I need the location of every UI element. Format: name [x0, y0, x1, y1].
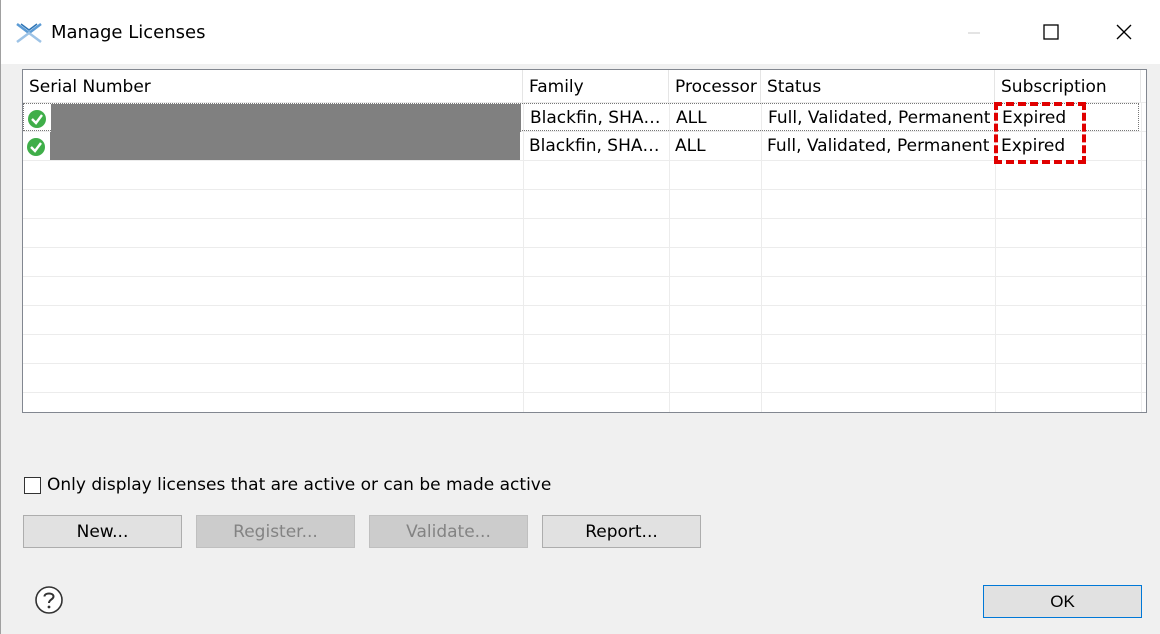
minimize-icon — [968, 32, 980, 34]
new-button[interactable]: New... — [23, 515, 182, 548]
redacted-serial-number — [51, 104, 521, 132]
column-header-subscription[interactable]: Subscription — [995, 70, 1141, 102]
grid-row-line — [23, 276, 1146, 277]
table-row[interactable]: Blackfin, SHA… ALL Full, Validated, Perm… — [23, 103, 1139, 132]
table-row[interactable]: Blackfin, SHA… ALL Full, Validated, Perm… — [23, 132, 1139, 160]
cell-family: Blackfin, SHA… — [529, 136, 660, 156]
grid-divider — [1141, 102, 1142, 412]
grid-row-line — [23, 334, 1146, 335]
cell-family: Blackfin, SHA… — [530, 108, 661, 128]
help-icon[interactable] — [34, 585, 64, 615]
active-only-label: Only display licenses that are active or… — [47, 475, 552, 495]
maximize-button[interactable] — [1028, 10, 1074, 54]
grid-row-line — [23, 363, 1146, 364]
table-header: Serial Number Family Processor Status Su… — [23, 70, 1146, 102]
grid-row-line — [23, 392, 1146, 393]
report-button[interactable]: Report... — [542, 515, 701, 548]
register-button[interactable]: Register... — [196, 515, 355, 548]
subscription-highlight-annotation — [994, 102, 1086, 164]
title-bar: Manage Licenses — [1, 0, 1160, 64]
check-circle-icon — [28, 110, 46, 128]
maximize-icon — [1043, 24, 1059, 40]
column-header-serial-number[interactable]: Serial Number — [23, 70, 523, 102]
active-only-checkbox[interactable] — [24, 476, 41, 494]
grid-row-line — [23, 247, 1146, 248]
cell-processor: ALL — [675, 136, 706, 156]
column-header-processor[interactable]: Processor — [669, 70, 761, 102]
close-button[interactable] — [1101, 10, 1147, 54]
grid-row-line — [23, 189, 1146, 190]
cell-status: Full, Validated, Permanent — [768, 108, 991, 128]
licenses-table[interactable]: Serial Number Family Processor Status Su… — [22, 69, 1147, 413]
grid-row-line — [23, 305, 1146, 306]
check-circle-icon — [27, 138, 45, 156]
minimize-button[interactable] — [951, 10, 997, 54]
cell-processor: ALL — [676, 108, 707, 128]
cell-status: Full, Validated, Permanent — [767, 136, 990, 156]
ok-button[interactable]: OK — [983, 585, 1142, 618]
column-header-family[interactable]: Family — [523, 70, 669, 102]
grid-row-line — [23, 160, 1146, 161]
close-icon — [1116, 24, 1132, 40]
grid-row-line — [23, 218, 1146, 219]
validate-button[interactable]: Validate... — [369, 515, 528, 548]
window-title: Manage Licenses — [51, 22, 206, 43]
column-header-status[interactable]: Status — [761, 70, 995, 102]
redacted-serial-number — [50, 132, 520, 160]
active-only-filter[interactable]: Only display licenses that are active or… — [24, 474, 551, 496]
manage-licenses-dialog: Manage Licenses Serial Number Family Pro… — [0, 0, 1160, 634]
app-logo-icon — [16, 23, 42, 43]
